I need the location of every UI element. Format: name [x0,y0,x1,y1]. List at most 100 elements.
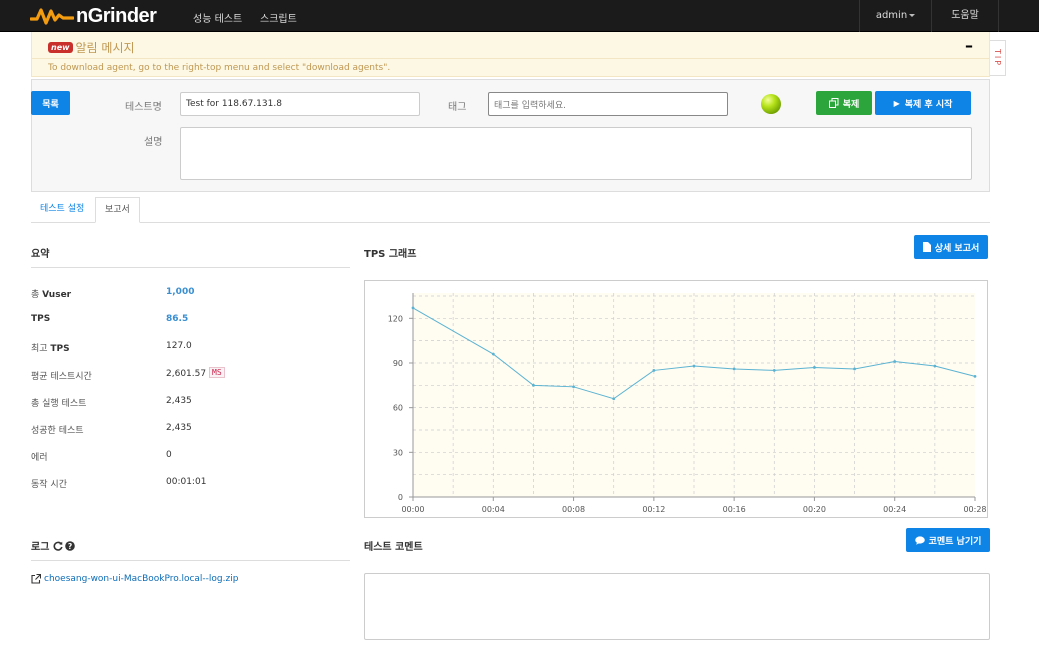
tps-data-point [411,306,415,310]
tps-data-point [732,367,736,371]
logo-text: nGrinder [76,4,157,27]
alert-message: new 알림 메시지 – To download agent, go to th… [31,32,990,77]
external-link-icon [31,574,41,584]
summary-label-vuser: 총 Vuser [31,290,72,300]
tps-data-point [813,366,816,369]
summary-label-successful-tests: 성공한 테스트 [31,426,84,436]
clone-and-start-label: 복제 후 시작 [904,99,953,110]
summary-title: 요약 [31,249,50,260]
tab-report[interactable]: 보고서 [95,197,140,223]
tps-data-point [853,367,856,371]
x-tick-label: 00:08 [562,505,585,514]
tps-data-point [772,369,776,372]
tip-label: TIP [993,48,1002,68]
list-button-label: 목록 [42,99,59,110]
summary-value-run-time: 00:01:01 [166,477,207,487]
summary-value-mean-test-time: 2,601.57 [166,369,207,379]
test-name-label: 테스트명 [125,102,162,113]
y-tick-label: 0 [398,493,403,502]
copy-icon [828,98,839,108]
help-label: 도움말 [951,10,979,21]
description-label: 설명 [144,137,163,148]
caret-down-icon [909,13,916,17]
tps-data-point [692,364,696,368]
x-tick-label: 00:00 [401,505,424,514]
test-name-input[interactable]: Test for 118.67.131.8 [180,92,420,116]
summary-label-mean-test-time: 평균 테스트시간 [31,372,92,382]
x-tick-label: 00:04 [482,505,505,514]
x-tick-label: 00:16 [723,505,746,514]
leave-comment-button[interactable]: 코멘트 남기기 [906,528,990,552]
log-title-wrap: 로그 ? [31,538,76,553]
summary-value-peak-tps: 127.0 [166,341,192,351]
tps-data-point [612,397,616,401]
summary-label-errors: 에러 [31,453,48,463]
x-tick-label: 00:12 [642,505,665,514]
svg-text:?: ? [68,542,72,551]
minimize-button[interactable]: – [965,36,973,55]
comment-textarea[interactable] [364,573,990,640]
tip-tab[interactable]: TIP [990,40,1006,76]
tps-data-point [893,360,897,363]
alert-title: 알림 메시지 [75,41,135,55]
alert-header: new 알림 메시지 [48,39,135,56]
summary-label-run-time: 동작 시간 [31,480,67,490]
new-badge: new [48,42,73,53]
comment-title: 테스트 코멘트 [364,542,423,553]
summary-value-successful-tests: 2,435 [166,423,192,433]
tps-data-point [652,369,656,372]
summary-value-total-tests: 2,435 [166,396,192,406]
summary-value-errors: 0 [166,450,172,460]
nav-script[interactable]: 스크립트 [260,10,297,25]
nav-performance-test[interactable]: 성능 테스트 [193,10,242,25]
y-tick-label: 30 [393,448,403,457]
y-tick-label: 90 [393,359,403,368]
leave-comment-label: 코멘트 남기기 [928,536,982,547]
play-icon: ▶ [893,98,900,108]
list-button[interactable]: 목록 [31,91,70,115]
log-file-name: choesang-won-ui-MacBookPro.local--log.zi… [44,574,239,584]
detail-report-button[interactable]: 상세 보고서 [914,235,988,259]
tps-chart: 0 30 60 90 120 00:00 00:04 00:08 00:12 00:16 00:20… [364,280,988,518]
log-file-link[interactable]: choesang-won-ui-MacBookPro.local--log.zi… [31,574,238,584]
refresh-icon[interactable] [53,541,63,551]
user-name: admin [875,10,908,21]
tps-data-point [933,364,937,368]
summary-value-tps[interactable]: 86.5 [166,314,188,324]
tab-bar: 테스트 설정 보고서 [31,197,990,223]
y-tick-label: 60 [393,404,403,413]
summary-label-tps: TPS [31,314,51,324]
clone-button[interactable]: 복제 [816,91,872,115]
tps-data-point [572,385,575,389]
logo-wave-icon [30,8,74,25]
help-menu[interactable]: 도움말 [931,0,999,32]
status-ball-icon [761,94,781,114]
x-tick-label: 00:28 [963,505,986,514]
x-tick-label: 00:24 [883,505,906,514]
tag-input[interactable]: 태그를 입력하세요. [488,92,728,116]
summary-value-vuser[interactable]: 1,000 [166,287,194,297]
document-icon [922,242,931,252]
clone-button-label: 복제 [842,99,860,110]
ngrinder-logo[interactable]: nGrinder [30,4,157,28]
help-icon[interactable]: ? [65,540,76,551]
ms-unit-badge: MS [209,367,225,378]
log-divider [31,560,350,561]
description-textarea[interactable] [180,127,972,180]
detail-report-label: 상세 보고서 [934,243,980,254]
summary-label-peak-tps: 최고 TPS [31,344,70,354]
y-tick-label: 120 [388,314,403,323]
log-title: 로그 [31,542,50,553]
tps-data-point [532,383,535,387]
clone-and-start-button[interactable]: ▶ 복제 후 시작 [875,91,971,115]
tps-graph-title: TPS 그래프 [364,249,417,260]
x-tick-label: 00:20 [803,505,826,514]
summary-label-total-tests: 총 실행 테스트 [31,399,87,409]
navbar: nGrinder 성능 테스트 스크립트 admin 도움말 [0,0,1039,32]
tag-label: 태그 [448,102,467,113]
user-menu[interactable]: admin [859,0,931,32]
tab-test-settings[interactable]: 테스트 설정 [31,197,93,223]
test-form-panel: 목록 테스트명 Test for 118.67.131.8 태그 태그를 입력하… [31,79,990,192]
summary-divider [31,267,350,268]
alert-divider [32,58,989,59]
